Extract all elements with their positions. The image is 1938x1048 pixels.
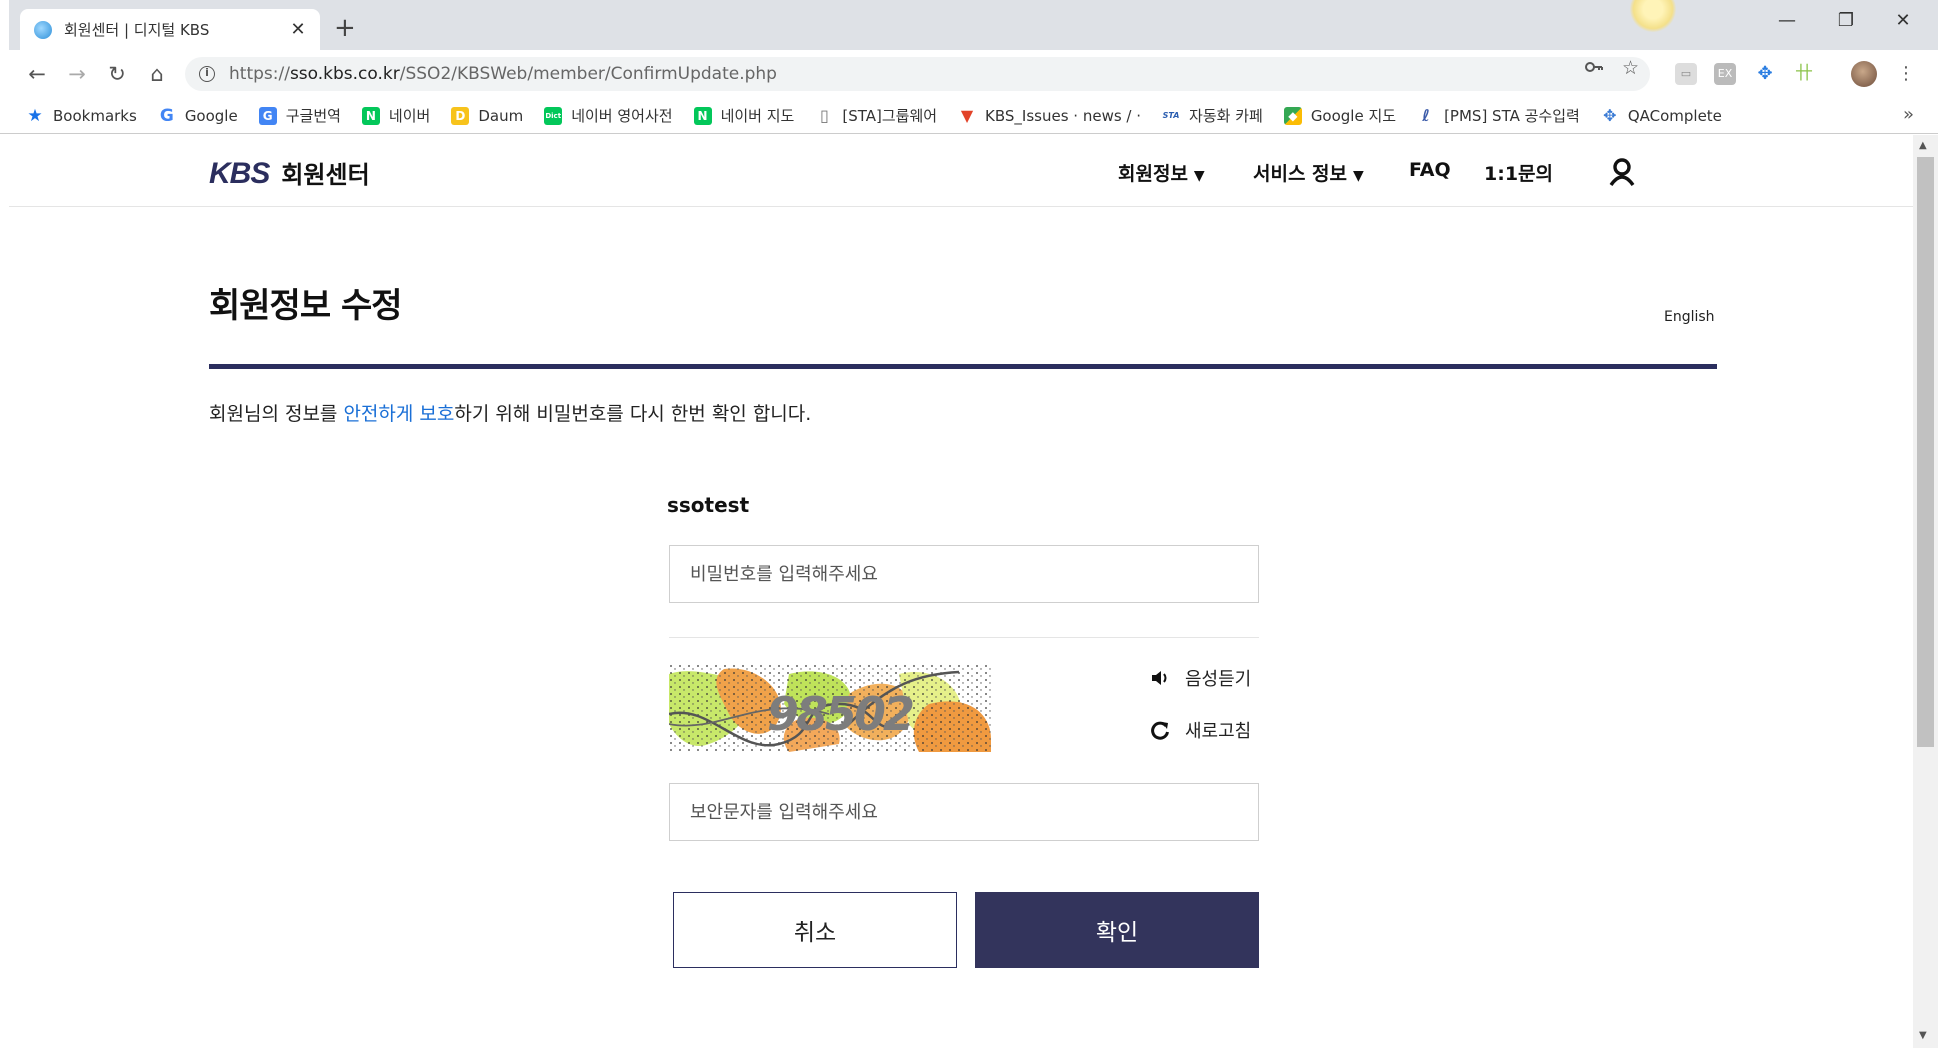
pms-icon: ℓ [1422, 105, 1430, 125]
tab-title: 회원센터 | 디지털 KBS [64, 21, 210, 39]
window-edge [0, 0, 9, 50]
decorative-sun-icon [1630, 0, 1676, 32]
bookmarks-bar: ★ Bookmarks G Google G 구글번역 N 네이버 D Daum Dict… [0, 98, 1938, 134]
english-link[interactable]: English [1664, 309, 1715, 325]
form-divider [669, 637, 1259, 638]
google-icon: G [159, 105, 174, 126]
bookmark-item[interactable]: N 네이버 지도 [693, 105, 794, 126]
bookmark-item[interactable]: G Google [158, 107, 238, 125]
bookmark-item[interactable]: N 네이버 [361, 105, 430, 126]
bookmark-star-icon[interactable]: ☆ [1622, 57, 1639, 79]
refresh-captcha-button[interactable]: 새로고침 [1149, 717, 1251, 743]
logo-title: 회원센터 [281, 161, 370, 189]
dropdown-arrow-icon: ▼ [1353, 168, 1364, 184]
restore-button[interactable]: ❐ [1823, 10, 1869, 31]
refresh-icon [1151, 721, 1169, 740]
star-icon: ★ [27, 105, 43, 126]
maps-icon: ◆ [1283, 106, 1302, 125]
bookmarks-overflow-button[interactable]: » [1903, 104, 1914, 125]
title-divider [209, 364, 1717, 369]
browser-tab-strip: 회원센터 | 디지털 KBS ✕ + — ❐ ✕ [0, 0, 1938, 50]
page-icon: ▯ [819, 105, 829, 125]
highlight-text: 안전하게 보호 [343, 403, 455, 425]
kbs-logo: KBS [209, 157, 270, 190]
back-arrow-icon[interactable]: ← [22, 60, 52, 88]
translate-icon: G [258, 106, 277, 125]
daum-icon: D [451, 106, 470, 125]
naver-icon: N [361, 106, 380, 125]
page-scrollbar[interactable]: ▲ ▼ [1913, 135, 1938, 1048]
site-header: KBS 회원센터 회원정보 ▼ 서비스 정보 ▼ FAQ 1:1문의 [9, 135, 1913, 207]
menu-kebab-icon[interactable]: ⋮ [1895, 63, 1917, 85]
captcha-input[interactable] [669, 783, 1259, 841]
bookmark-item[interactable]: ✥ QAComplete [1601, 105, 1722, 125]
bookmark-item[interactable]: ★ Bookmarks [26, 105, 136, 126]
scroll-down-icon[interactable]: ▼ [1919, 1030, 1927, 1041]
scrollbar-thumb[interactable] [1917, 157, 1934, 747]
password-input[interactable] [669, 545, 1259, 603]
forward-arrow-icon[interactable]: → [62, 60, 92, 88]
bookmark-item[interactable]: ℓ [PMS] STA 공수입력 [1417, 105, 1580, 126]
speaker-icon [1152, 671, 1167, 685]
browser-toolbar: ← → ↻ ⌂ i https://sso.kbs.co.kr/SSO2/KBS… [0, 50, 1938, 98]
site-info-icon[interactable]: i [199, 66, 215, 82]
bookmark-item[interactable]: G 구글번역 [258, 105, 341, 126]
scroll-up-icon[interactable]: ▲ [1919, 140, 1927, 151]
reload-icon[interactable]: ↻ [102, 60, 132, 88]
gitlab-icon: ▼ [960, 105, 974, 125]
tab-close-icon[interactable]: ✕ [288, 19, 308, 40]
bookmark-item[interactable]: STA 자동화 카페 [1162, 105, 1263, 126]
dropdown-arrow-icon: ▼ [1193, 168, 1205, 184]
page-title: 회원정보 수정 [209, 286, 403, 326]
web-page: KBS 회원센터 회원정보 ▼ 서비스 정보 ▼ FAQ 1:1문의 회원정보 수정… [9, 135, 1913, 1048]
address-url: https://sso.kbs.co.kr/SSO2/KBSWeb/member… [229, 64, 777, 84]
bookmark-item[interactable]: D Daum [451, 106, 523, 125]
nav-member-info[interactable]: 회원정보 ▼ [1118, 159, 1205, 186]
cancel-button[interactable]: 취소 [673, 892, 957, 968]
minimize-button[interactable]: — [1764, 10, 1810, 31]
extension-arrows-icon[interactable]: ✥ [1754, 63, 1776, 85]
qacomplete-icon: ✥ [1603, 105, 1617, 125]
site-logo[interactable]: KBS 회원센터 [209, 155, 370, 191]
sta-icon: STA [1162, 110, 1180, 120]
browser-tab[interactable]: 회원센터 | 디지털 KBS ✕ [20, 9, 320, 50]
extension-1-icon[interactable]: ▭ [1675, 63, 1697, 85]
captcha-text: 98502 [767, 687, 913, 741]
naver-icon: N [693, 106, 712, 125]
nav-service-info[interactable]: 서비스 정보 ▼ [1253, 159, 1364, 186]
home-icon[interactable]: ⌂ [142, 60, 172, 88]
new-tab-button[interactable]: + [334, 14, 356, 42]
confirm-button[interactable]: 확인 [975, 892, 1259, 968]
bookmark-item[interactable]: ▯ [STA]그룹웨어 [815, 105, 937, 126]
extension-ladder-icon[interactable]: 卄 [1793, 63, 1815, 85]
page-description: 회원님의 정보를 안전하게 보호하기 위해 비밀번호를 다시 한번 확인 합니다… [209, 403, 812, 425]
bookmark-item[interactable]: Dict 네이버 영어사전 [544, 105, 673, 126]
naver-dict-icon: Dict [544, 106, 563, 125]
password-key-icon[interactable] [1584, 57, 1604, 82]
bookmark-item[interactable]: ◆ Google 지도 [1283, 105, 1396, 126]
bookmark-item[interactable]: ▼ KBS_Issues · news / · [958, 105, 1141, 125]
user-id: ssotest [667, 493, 750, 517]
user-icon[interactable] [1607, 157, 1637, 187]
close-window-button[interactable]: ✕ [1880, 10, 1926, 31]
nav-faq[interactable]: FAQ [1409, 159, 1451, 181]
kbs-favicon-icon [34, 20, 52, 39]
nav-inquiry[interactable]: 1:1문의 [1484, 159, 1553, 186]
profile-avatar[interactable] [1851, 61, 1877, 87]
extension-ex-icon[interactable]: EX [1714, 63, 1736, 85]
captcha-image: 98502 [669, 664, 991, 752]
address-bar[interactable]: i https://sso.kbs.co.kr/SSO2/KBSWeb/memb… [185, 57, 1650, 91]
audio-captcha-button[interactable]: 음성듣기 [1149, 665, 1251, 691]
